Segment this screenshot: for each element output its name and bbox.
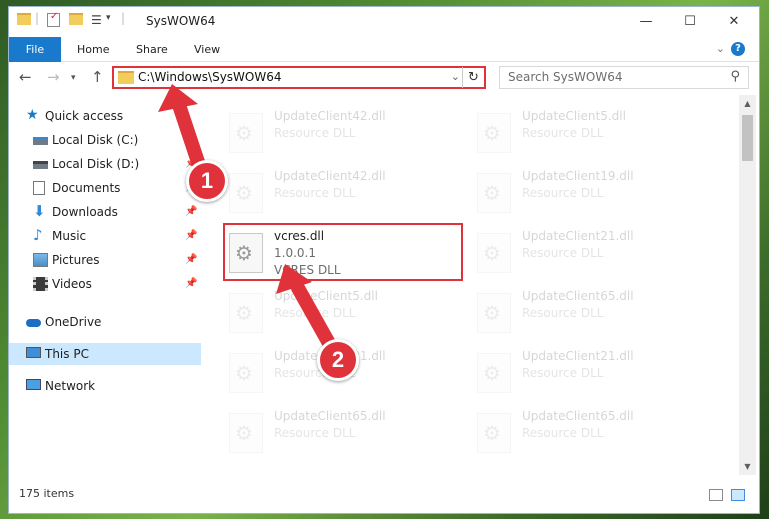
callout-1: 1 [186, 160, 228, 202]
callout-2: 2 [317, 339, 359, 381]
arrow-2 [276, 264, 337, 352]
arrow-1 [158, 84, 207, 175]
annotation-arrows [158, 84, 337, 352]
